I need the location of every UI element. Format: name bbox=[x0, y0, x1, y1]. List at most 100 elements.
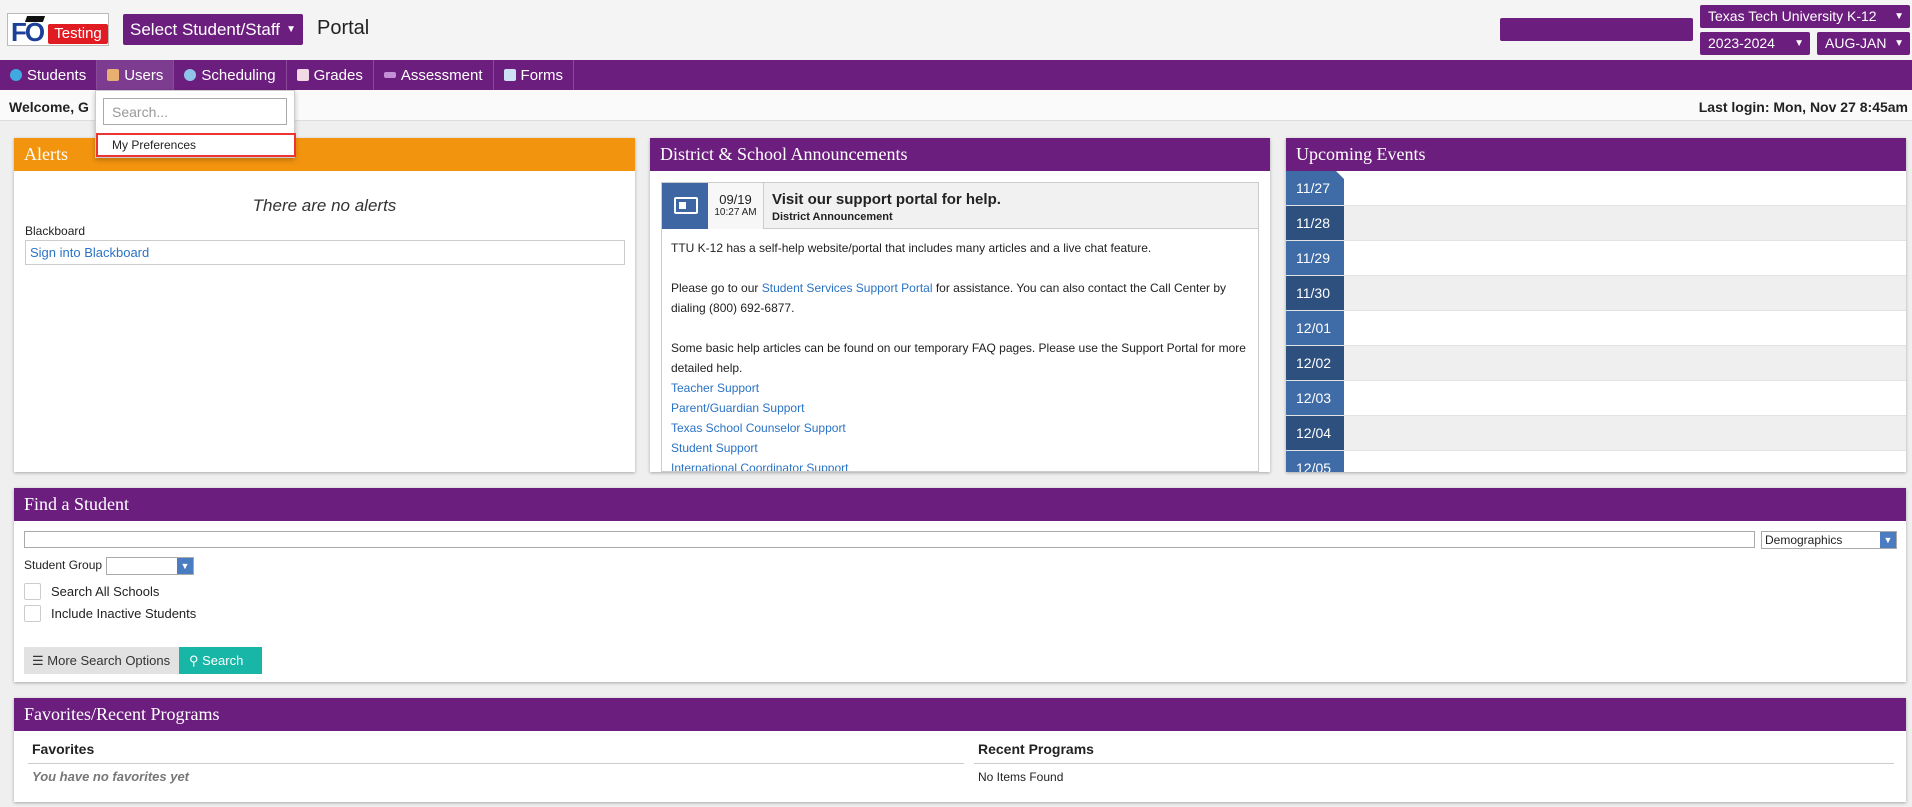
announcement-paragraph: Please go to our Student Services Suppor… bbox=[671, 278, 1249, 318]
event-date: 11/28 bbox=[1286, 206, 1344, 240]
event-date: 11/27 bbox=[1286, 171, 1344, 205]
main-nav: Students Users Scheduling Grades Assessm… bbox=[0, 60, 1912, 90]
find-student-title: Find a Student bbox=[14, 488, 1906, 521]
announcement-date: 09/19 10:27 AM bbox=[708, 183, 764, 229]
nav-grades[interactable]: Grades bbox=[287, 60, 374, 90]
recent-programs-heading: Recent Programs bbox=[974, 741, 1894, 764]
event-day-cell bbox=[1344, 451, 1906, 472]
upcoming-events-panel: Upcoming Events 11/27 11/28 11/29 11/30 … bbox=[1286, 138, 1906, 472]
app-logo[interactable]: FO Testing bbox=[7, 13, 109, 46]
menu-search-input[interactable] bbox=[103, 98, 287, 125]
nav-grades-label: Grades bbox=[313, 66, 363, 84]
student-services-support-portal-link[interactable]: Student Services Support Portal bbox=[762, 281, 933, 295]
include-inactive-checkbox[interactable] bbox=[24, 605, 41, 622]
students-icon bbox=[10, 69, 22, 81]
nav-students[interactable]: Students bbox=[0, 60, 98, 90]
select-student-staff-label: Select Student/Staff bbox=[130, 20, 280, 39]
search-type-select[interactable]: Demographics ▼ bbox=[1761, 531, 1897, 549]
last-login-text: Last login: Mon, Nov 27 8:45am bbox=[1698, 99, 1908, 115]
student-group-label: Student Group bbox=[24, 558, 103, 572]
announcements-panel: District & School Announcements 09/19 10… bbox=[650, 138, 1270, 472]
newspaper-icon bbox=[662, 183, 708, 229]
teacher-support-link[interactable]: Teacher Support bbox=[671, 378, 1249, 398]
event-date: 12/05 bbox=[1286, 451, 1344, 472]
event-day-row[interactable]: 11/27 bbox=[1286, 171, 1906, 206]
nav-assessment[interactable]: Assessment bbox=[374, 60, 494, 90]
announcement-paragraph: Some basic help articles can be found on… bbox=[671, 341, 1246, 375]
nav-forms[interactable]: Forms bbox=[494, 60, 575, 90]
event-day-row[interactable]: 11/28 bbox=[1286, 206, 1906, 241]
student-support-link[interactable]: Student Support bbox=[671, 438, 1249, 458]
event-date: 12/04 bbox=[1286, 416, 1344, 450]
event-day-row[interactable]: 12/02 bbox=[1286, 346, 1906, 381]
more-search-options-label: More Search Options bbox=[47, 653, 171, 668]
event-day-cell bbox=[1344, 241, 1906, 275]
search-icon: ⚲ bbox=[189, 653, 203, 668]
announcement-subtitle: District Announcement bbox=[772, 211, 893, 223]
search-all-schools-label: Search All Schools bbox=[51, 584, 160, 599]
forms-icon bbox=[503, 69, 516, 81]
caret-down-icon: ▼ bbox=[1794, 38, 1804, 49]
nav-scheduling-label: Scheduling bbox=[201, 66, 276, 84]
search-button[interactable]: ⚲ Search bbox=[179, 647, 262, 674]
school-select[interactable]: Texas Tech University K-12 ▼ bbox=[1700, 5, 1910, 28]
event-day-row[interactable]: 12/05 bbox=[1286, 451, 1906, 472]
nav-users[interactable]: Users bbox=[97, 60, 175, 90]
event-day-row[interactable]: 11/29 bbox=[1286, 241, 1906, 276]
chevron-down-icon: ▼ bbox=[1880, 532, 1896, 548]
nav-scheduling[interactable]: Scheduling bbox=[174, 60, 287, 90]
search-type-value: Demographics bbox=[1765, 533, 1843, 547]
announcement-paragraph: TTU K-12 has a self-help website/portal … bbox=[671, 241, 1152, 255]
welcome-text: Welcome, G bbox=[9, 99, 89, 115]
announcement-headline: Visit our support portal for help. bbox=[772, 191, 1001, 208]
announcement-date-time: 10:27 AM bbox=[714, 207, 757, 218]
users-icon bbox=[107, 69, 120, 81]
favorites-heading: Favorites bbox=[28, 741, 964, 764]
event-day-cell bbox=[1344, 416, 1906, 450]
event-day-cell bbox=[1344, 206, 1906, 240]
event-day-row[interactable]: 12/01 bbox=[1286, 311, 1906, 346]
year-select[interactable]: 2023-2024 ▼ bbox=[1700, 32, 1810, 55]
announcements-title: District & School Announcements bbox=[650, 138, 1270, 171]
recent-programs-column: Recent Programs No Items Found bbox=[974, 741, 1894, 784]
event-date: 12/02 bbox=[1286, 346, 1344, 380]
student-group-select[interactable]: ▼ bbox=[106, 557, 194, 575]
event-day-row[interactable]: 11/30 bbox=[1286, 276, 1906, 311]
event-date: 11/30 bbox=[1286, 276, 1344, 310]
announcement-header: 09/19 10:27 AM Visit our support portal … bbox=[662, 183, 1258, 229]
users-dropdown-menu: My Preferences bbox=[95, 90, 296, 158]
favorites-panel: Favorites/Recent Programs Favorites You … bbox=[14, 698, 1906, 802]
blackboard-box: Sign into Blackboard bbox=[25, 240, 625, 265]
school-select-value: Texas Tech University K-12 bbox=[1708, 8, 1877, 24]
event-day-cell bbox=[1344, 311, 1906, 345]
page-title: Portal bbox=[317, 17, 370, 39]
menu-item-my-preferences[interactable]: My Preferences bbox=[96, 133, 296, 157]
student-search-input[interactable] bbox=[24, 531, 1755, 548]
international-coordinator-support-link[interactable]: International Coordinator Support bbox=[671, 458, 1249, 471]
event-date: 12/01 bbox=[1286, 311, 1344, 345]
list-icon: ☰ bbox=[32, 653, 48, 668]
term-select[interactable]: AUG-JAN ▼ bbox=[1817, 32, 1910, 55]
events-title: Upcoming Events bbox=[1286, 138, 1906, 171]
select-student-staff-button[interactable]: Select Student/Staff ▼ bbox=[123, 14, 303, 45]
include-inactive-row: Include Inactive Students bbox=[24, 605, 196, 622]
parent-guardian-support-link[interactable]: Parent/Guardian Support bbox=[671, 398, 1249, 418]
caret-down-icon: ▼ bbox=[1894, 11, 1904, 22]
favorites-title: Favorites/Recent Programs bbox=[14, 698, 1906, 731]
nav-assessment-label: Assessment bbox=[400, 66, 483, 84]
favorites-column: Favorites You have no favorites yet bbox=[28, 741, 964, 784]
school-counselor-support-link[interactable]: Texas School Counselor Support bbox=[671, 418, 1249, 438]
nav-students-label: Students bbox=[27, 66, 87, 84]
logo-testing-badge: Testing bbox=[48, 24, 108, 44]
scheduling-icon bbox=[184, 69, 197, 81]
no-alerts-message: There are no alerts bbox=[252, 196, 397, 215]
event-day-row[interactable]: 12/04 bbox=[1286, 416, 1906, 451]
sign-into-blackboard-link[interactable]: Sign into Blackboard bbox=[30, 245, 149, 260]
event-date: 11/29 bbox=[1286, 241, 1344, 275]
more-search-options-button[interactable]: ☰ More Search Options bbox=[24, 647, 179, 674]
search-all-schools-checkbox[interactable] bbox=[24, 583, 41, 600]
event-day-row[interactable]: 12/03 bbox=[1286, 381, 1906, 416]
logo-fo: FO bbox=[11, 17, 45, 46]
global-search-bar[interactable] bbox=[1500, 18, 1693, 41]
term-select-value: AUG-JAN bbox=[1825, 35, 1887, 51]
